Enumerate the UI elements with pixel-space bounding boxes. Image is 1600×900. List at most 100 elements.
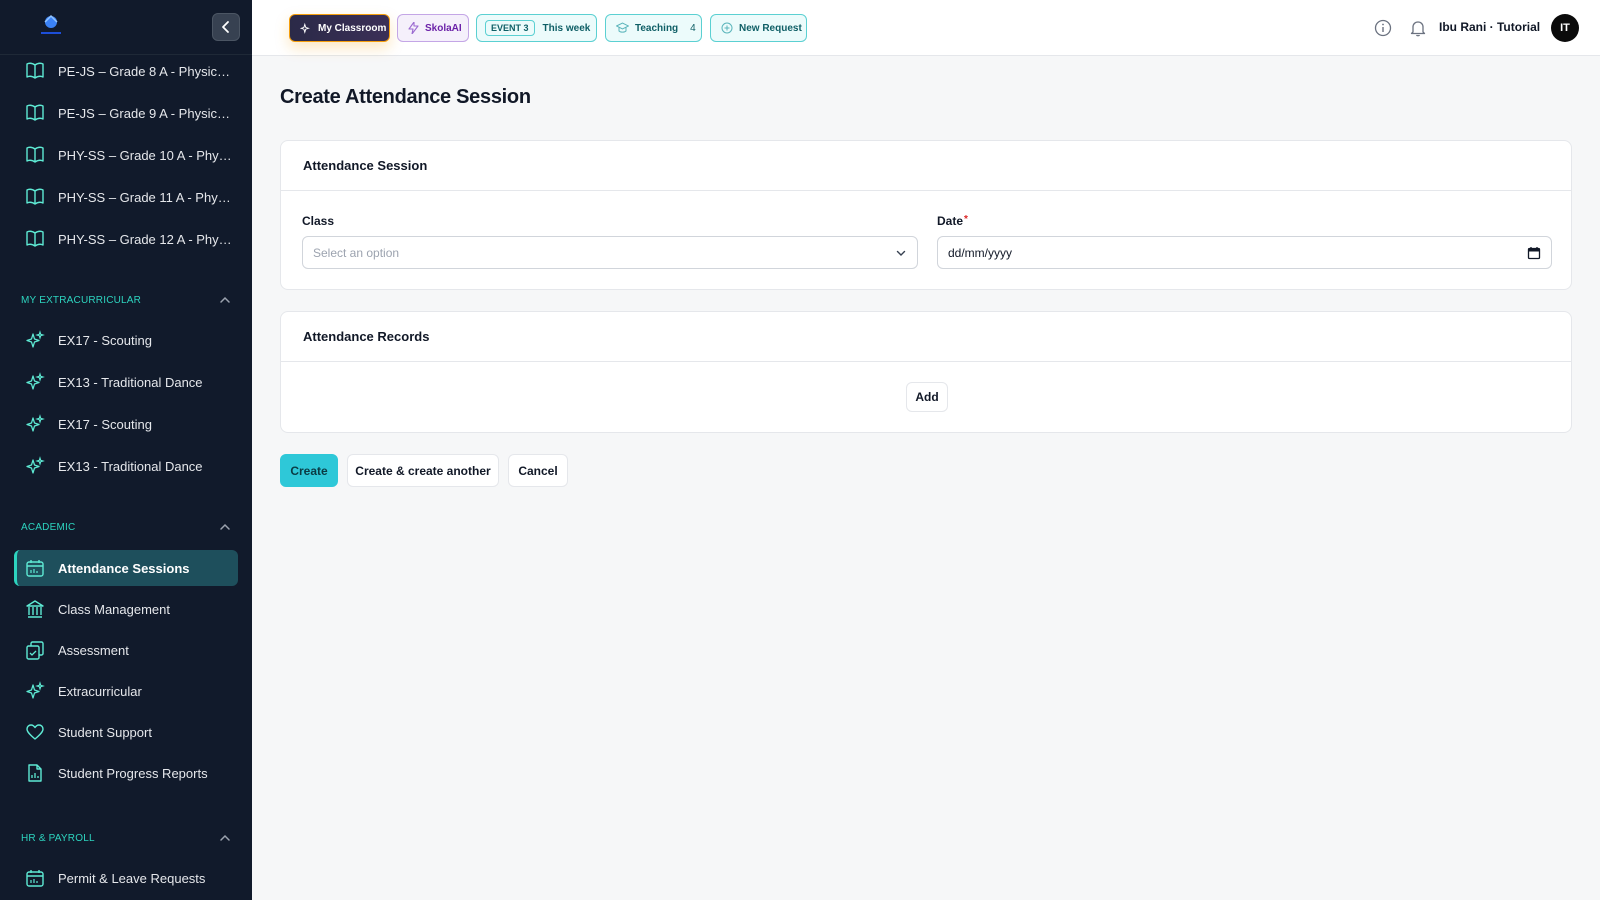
sidebar-group-academic[interactable]: ACADEMIC <box>21 519 231 535</box>
sidebar-item-extracurricular[interactable]: EX17 - Scouting <box>14 322 238 358</box>
bell-icon[interactable] <box>1407 17 1429 39</box>
chevron-up-icon <box>220 834 230 841</box>
collapse-sidebar-button[interactable] <box>212 13 240 41</box>
sparkles-icon <box>24 329 46 351</box>
app-logo[interactable] <box>34 12 68 40</box>
sidebar-item-course[interactable]: PHY-SS – Grade 10 A - Physics <box>14 137 238 173</box>
sidebar-item-class-management[interactable]: Class Management <box>14 591 238 627</box>
class-field-label: Class <box>302 214 334 228</box>
sidebar-item-label: PHY-SS – Grade 11 A - Physics <box>58 189 232 205</box>
cancel-button[interactable]: Cancel <box>508 454 568 487</box>
events-label: This week <box>542 22 591 34</box>
topbar: My Classroom SkolaAI EVENT 3 This week T… <box>252 0 1600 56</box>
date-field-label: Date* <box>937 214 968 228</box>
sidebar-item-attendance-sessions[interactable]: Attendance Sessions <box>14 550 238 586</box>
book-icon <box>24 60 46 82</box>
sidebar-item-label: EX17 - Scouting <box>58 416 152 432</box>
sidebar-group-title: HR & PAYROLL <box>21 832 95 844</box>
chevron-down-icon <box>896 250 906 256</box>
create-another-button[interactable]: Create & create another <box>347 454 499 487</box>
sparkles-icon <box>24 371 46 393</box>
info-icon[interactable] <box>1372 17 1394 39</box>
calendar-icon <box>24 557 46 579</box>
calendar-icon <box>24 867 46 889</box>
sidebar-item-extracurricular[interactable]: EX13 - Traditional Dance <box>14 364 238 400</box>
new-request-label: New Request <box>739 22 802 34</box>
sidebar-item-extracurricular-menu[interactable]: Extracurricular <box>14 673 238 709</box>
chevron-up-icon <box>220 296 230 303</box>
sidebar-item-label: PHY-SS – Grade 10 A - Physics <box>58 147 232 163</box>
skolaai-button[interactable]: SkolaAI <box>397 14 469 42</box>
sidebar-item-course[interactable]: PHY-SS – Grade 11 A - Physics <box>14 179 238 215</box>
sidebar-header <box>0 0 252 55</box>
add-record-button[interactable]: Add <box>906 382 948 412</box>
skolaai-label: SkolaAI <box>425 22 462 34</box>
calendar-icon <box>1527 246 1541 259</box>
sidebar-item-course[interactable]: PE-JS – Grade 8 A - Physical Education <box>14 53 238 89</box>
card-heading: Attendance Records <box>281 312 1571 362</box>
sparkles-icon <box>24 455 46 477</box>
plus-circle-icon <box>721 22 733 34</box>
sidebar-item-label: Student Progress Reports <box>58 765 208 781</box>
sidebar-item-permit-leave-requests[interactable]: Permit & Leave Requests <box>14 860 238 896</box>
building-icon <box>24 598 46 620</box>
user-name[interactable]: Ibu Rani · Tutorial <box>1439 20 1540 34</box>
sidebar-item-label: Assessment <box>58 642 129 658</box>
date-input[interactable]: dd/mm/yyyy <box>937 236 1552 269</box>
sidebar-item-label: Permit & Leave Requests <box>58 870 206 886</box>
attendance-records-card: Attendance Records Add <box>280 311 1572 433</box>
book-icon <box>24 228 46 250</box>
sidebar-item-student-progress-reports[interactable]: Student Progress Reports <box>14 755 238 791</box>
date-input-placeholder: dd/mm/yyyy <box>948 245 1013 260</box>
class-label-text: Class <box>302 214 335 228</box>
sidebar-item-course[interactable]: PE-JS – Grade 9 A - Physical Education <box>14 95 238 131</box>
sidebar-item-label: PE-JS – Grade 8 A - Physical Education <box>58 63 232 79</box>
heart-icon <box>24 721 46 743</box>
new-request-button[interactable]: New Request <box>710 14 807 42</box>
sidebar-item-label: Extracurricular <box>58 683 142 699</box>
chevron-left-icon <box>222 21 229 33</box>
sidebar-item-label: PHY-SS – Grade 12 A - Physics <box>58 231 232 247</box>
page-title: Create Attendance Session <box>280 86 531 108</box>
sidebar-item-extracurricular[interactable]: EX13 - Traditional Dance <box>14 448 238 484</box>
teaching-label: Teaching <box>635 22 679 34</box>
sidebar-item-course[interactable]: PHY-SS – Grade 12 A - Physics <box>14 221 238 257</box>
sidebar-item-label: EX13 - Traditional Dance <box>58 374 203 390</box>
sidebar-item-label: Attendance Sessions <box>58 560 190 576</box>
clipboard-icon <box>24 639 46 661</box>
card-heading: Attendance Session <box>281 141 1571 191</box>
book-icon <box>24 102 46 124</box>
sidebar-group-hr-payroll[interactable]: HR & PAYROLL <box>21 830 231 846</box>
chevron-up-icon <box>220 523 230 530</box>
required-asterisk: * <box>964 214 968 225</box>
book-icon <box>24 186 46 208</box>
sidebar-item-label: Class Management <box>58 601 170 617</box>
report-icon <box>24 762 46 784</box>
attendance-session-card: Attendance Session Class Select an optio… <box>280 140 1572 290</box>
sidebar-group-extracurricular[interactable]: MY EXTRACURRICULAR <box>21 292 231 308</box>
date-label-text: Date <box>937 214 964 228</box>
events-this-week-button[interactable]: EVENT 3 This week <box>476 14 597 42</box>
event-count-badge: EVENT 3 <box>485 20 535 36</box>
sidebar-group-title: MY EXTRACURRICULAR <box>21 294 142 306</box>
sparkles-icon <box>300 22 312 34</box>
my-classroom-button[interactable]: My Classroom <box>289 14 390 42</box>
my-classroom-label: My Classroom <box>318 22 387 34</box>
avatar[interactable]: IT <box>1551 14 1579 42</box>
sidebar-item-label: EX13 - Traditional Dance <box>58 458 203 474</box>
class-select[interactable]: Select an option <box>302 236 918 269</box>
sidebar-item-assessment[interactable]: Assessment <box>14 632 238 668</box>
sidebar-item-extracurricular[interactable]: EX17 - Scouting <box>14 406 238 442</box>
class-select-placeholder: Select an option <box>313 245 400 260</box>
sidebar-group-title: ACADEMIC <box>21 521 76 533</box>
teaching-button[interactable]: Teaching 4 <box>605 14 702 42</box>
graduation-cap-icon <box>616 22 629 34</box>
teaching-count: 4 <box>690 22 696 34</box>
sidebar-item-label: EX17 - Scouting <box>58 332 152 348</box>
sparkles-icon <box>24 413 46 435</box>
bolt-icon <box>408 22 419 34</box>
book-icon <box>24 144 46 166</box>
sparkles-icon <box>24 680 46 702</box>
create-button[interactable]: Create <box>280 454 338 487</box>
sidebar-item-student-support[interactable]: Student Support <box>14 714 238 750</box>
